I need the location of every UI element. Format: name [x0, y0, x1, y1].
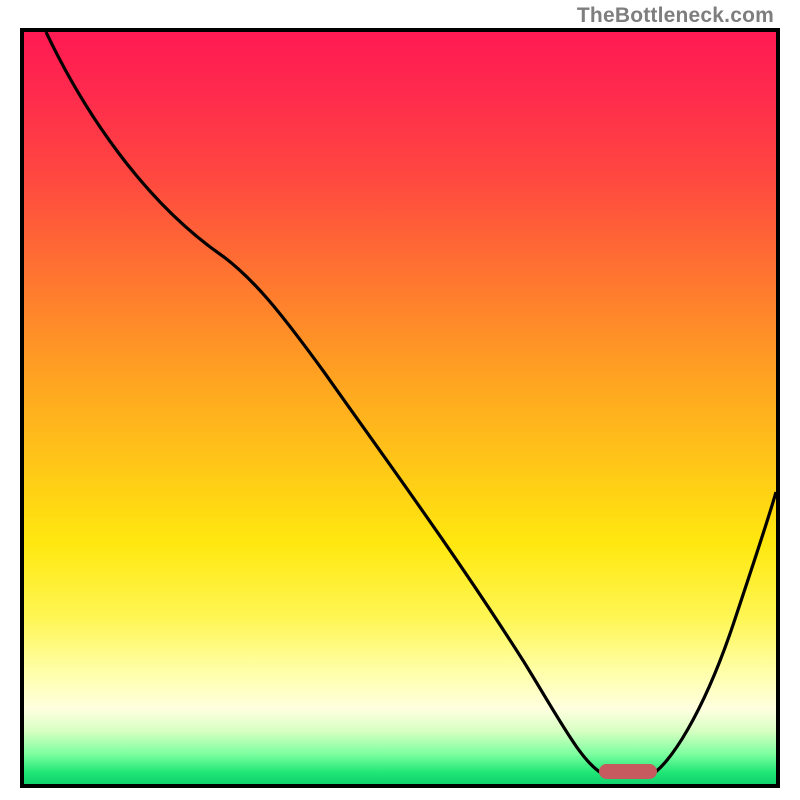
bottleneck-curve-path [46, 32, 776, 776]
chart-curve [24, 32, 776, 784]
chart-frame [20, 28, 780, 788]
optimal-marker [599, 764, 657, 779]
watermark-text: TheBottleneck.com [577, 4, 774, 28]
